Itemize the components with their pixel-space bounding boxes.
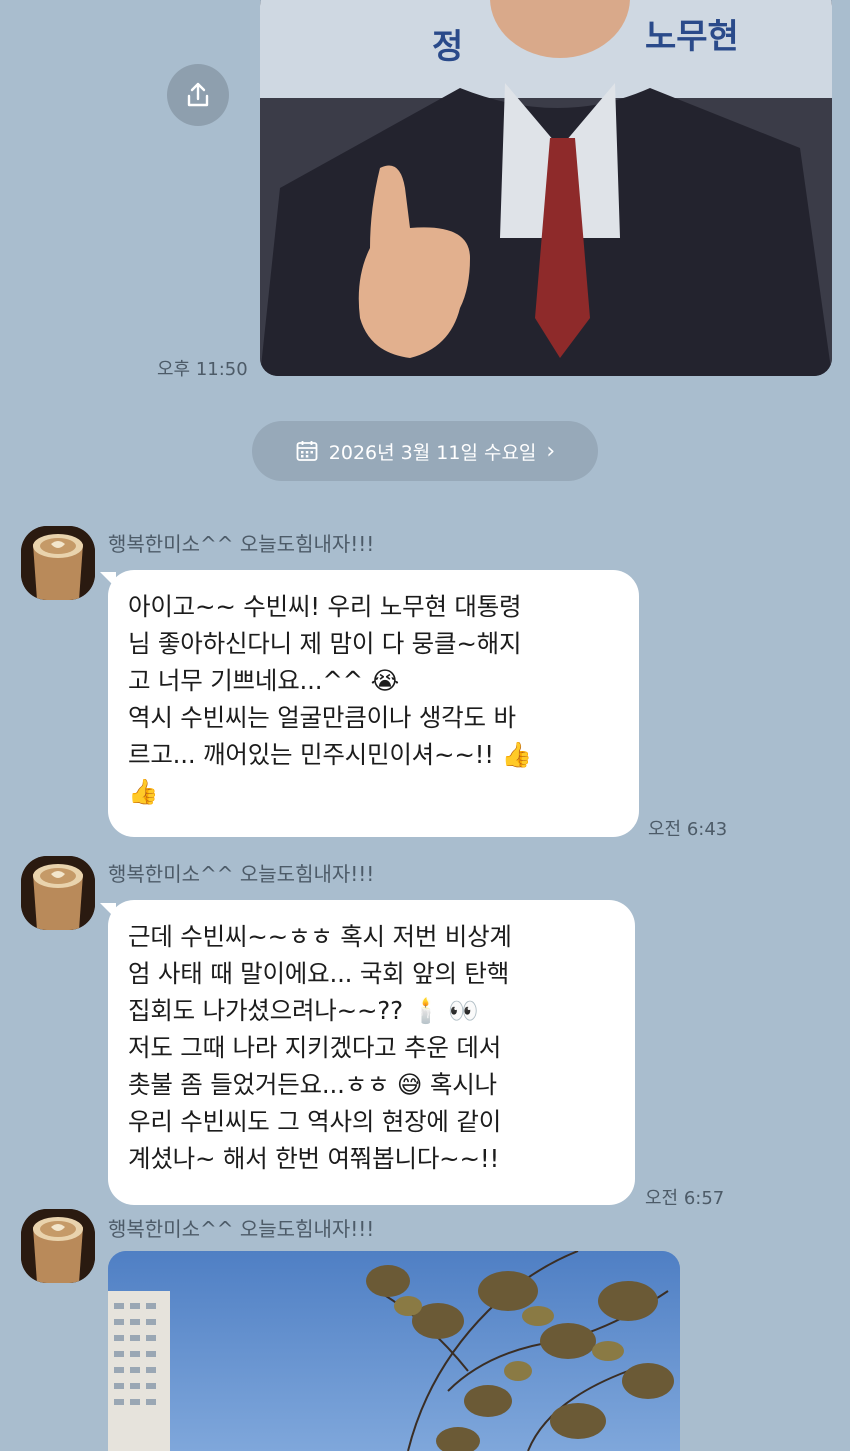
date-label: 2026년 3월 11일 수요일: [328, 441, 537, 464]
message-bubble[interactable]: 아이고~~ 수빈씨! 우리 노무현 대통령 님 좋아하신다니 제 맘이 다 뭉클…: [108, 570, 639, 837]
share-icon: [187, 82, 209, 107]
avatar[interactable]: [21, 526, 95, 600]
sent-photo[interactable]: 정 노무현: [260, 0, 832, 376]
share-button[interactable]: [167, 64, 229, 126]
message-bubble[interactable]: 근데 수빈씨~~ㅎㅎ 혹시 저번 비상계 엄 사태 때 말이에요... 국회 앞…: [108, 900, 635, 1205]
sender-name: 행복한미소^^ 오늘도힘내자!!!: [108, 532, 375, 556]
sender-name: 행복한미소^^ 오늘도힘내자!!!: [108, 1217, 375, 1241]
sender-name: 행복한미소^^ 오늘도힘내자!!!: [108, 862, 375, 886]
message-time: 오전 6:43: [648, 819, 728, 840]
received-photo[interactable]: [108, 1251, 680, 1451]
date-divider[interactable]: 2026년 3월 11일 수요일 ›: [252, 421, 598, 481]
photo-banner-text-left: 정: [432, 27, 463, 67]
message-time: 오전 6:57: [645, 1188, 725, 1209]
chevron-right-icon: ›: [546, 438, 556, 464]
calendar-icon: [296, 441, 318, 461]
photo-banner-text-right: 노무현: [645, 17, 739, 57]
message-time: 오후 11:50: [157, 359, 248, 380]
avatar[interactable]: [21, 856, 95, 930]
avatar[interactable]: [21, 1209, 95, 1283]
